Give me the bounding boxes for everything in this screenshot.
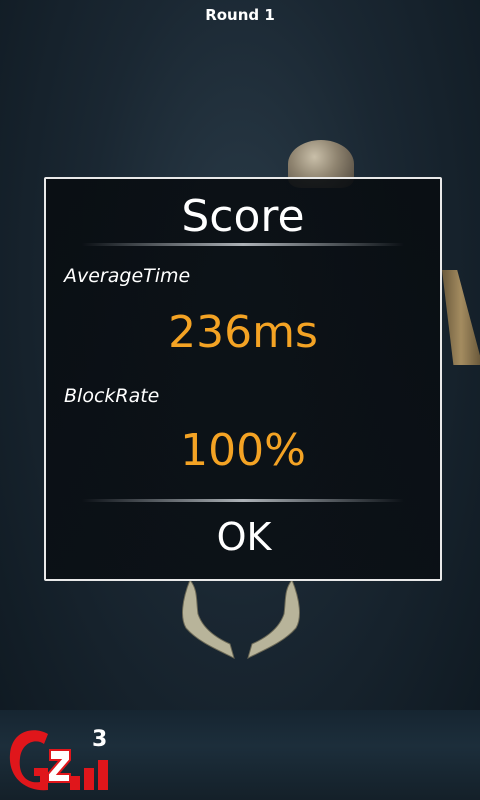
round-label: Round 1 [205,6,275,24]
score-dialog: Score AverageTime 236ms BlockRate 100% O… [44,177,442,581]
block-rate-value: 100% [180,425,306,476]
divider-top [82,243,404,246]
left-blade-icon [182,580,235,659]
divider-bottom [82,499,404,502]
average-time-value: 236ms [168,307,318,358]
g3-logo-icon: 3 [9,727,108,791]
svg-text:3: 3 [92,727,107,752]
dialog-title: Score [181,191,305,242]
average-time-label: AverageTime [64,265,191,287]
warrior-weapon [442,270,480,365]
block-rate-label: BlockRate [64,385,160,407]
right-blade-icon [247,580,300,659]
ok-button[interactable]: OK [166,509,322,565]
